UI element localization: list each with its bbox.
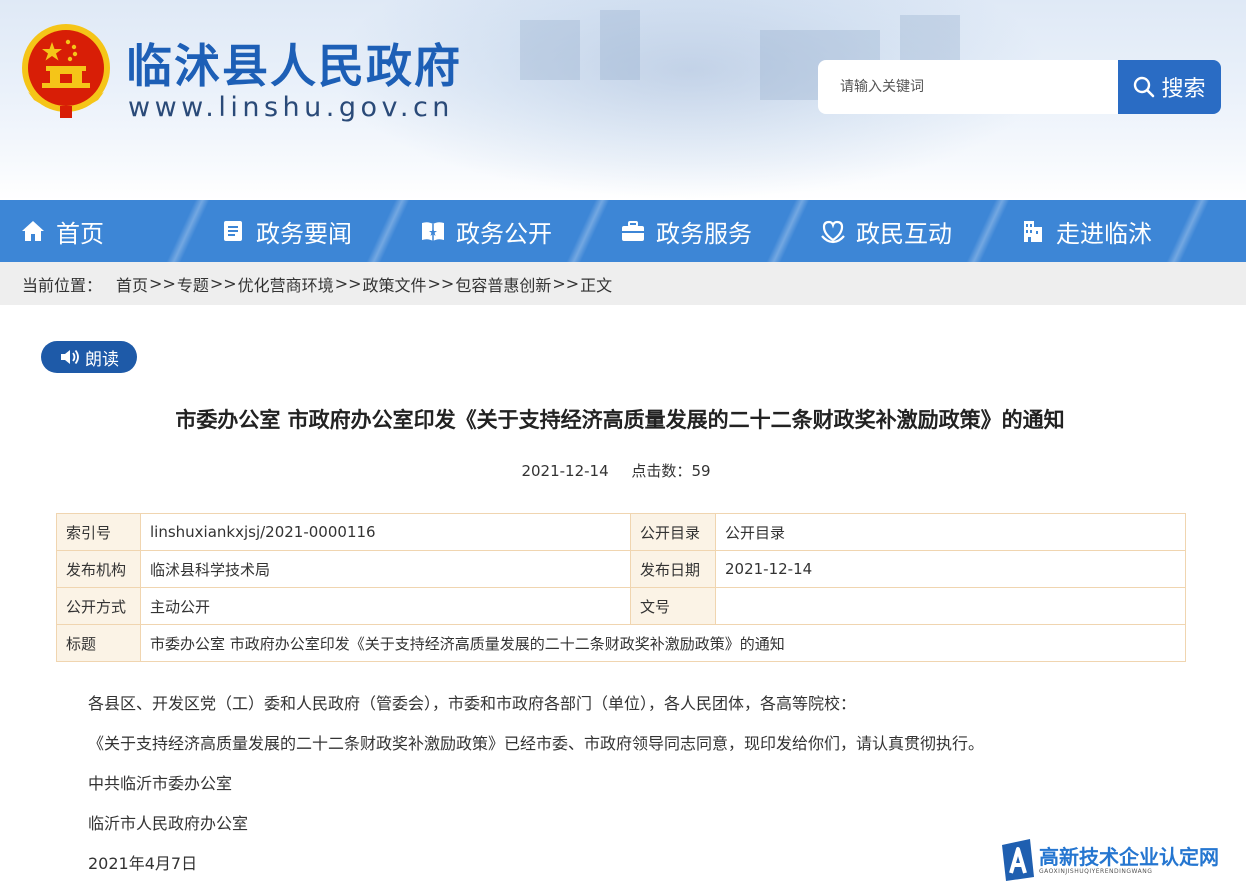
news-icon bbox=[220, 218, 246, 244]
logo-a-icon bbox=[1002, 839, 1034, 881]
breadcrumb-separator: >> bbox=[552, 274, 580, 293]
hits-count: 59 bbox=[691, 462, 711, 480]
breadcrumb: 当前位置： 首页 >> 专题 >> 优化营商环境 >> 政策文件 >> 包容普惠… bbox=[0, 262, 1246, 305]
article-date: 2021-12-14 bbox=[521, 462, 609, 480]
main-nav: 首页 政务要闻 政务公开 政务服务 政民互动 走进临沭 bbox=[0, 200, 1246, 262]
mode-label: 公开方式 bbox=[56, 587, 141, 625]
open-book-icon bbox=[420, 218, 446, 244]
search-input[interactable] bbox=[818, 60, 1118, 114]
table-row: 公开方式 主动公开 文号 bbox=[56, 587, 1186, 625]
site-url: www.linshu.gov.cn bbox=[128, 92, 454, 123]
catalog-value: 公开目录 bbox=[715, 513, 1186, 551]
body-paragraph: 中共临沂市委办公室 bbox=[88, 774, 233, 793]
briefcase-icon bbox=[620, 218, 646, 244]
search-button[interactable]: 搜索 bbox=[1118, 60, 1221, 114]
breadcrumb-item[interactable]: 优化营商环境 bbox=[238, 272, 334, 296]
breadcrumb-separator: >> bbox=[149, 274, 176, 293]
table-row: 发布机构 临沭县科学技术局 发布日期 2021-12-14 bbox=[56, 550, 1186, 588]
site-header: 临沭县人民政府 www.linshu.gov.cn 搜索 bbox=[0, 0, 1246, 200]
watermark-logo: 高新技术企业认定网 GAOXINJISHUQIYERENDINGWANG bbox=[1000, 835, 1246, 885]
table-row: 标题 市委办公室 市政府办公室印发《关于支持经济高质量发展的二十二条财政奖补激励… bbox=[56, 624, 1186, 662]
watermark-subtitle: GAOXINJISHUQIYERENDINGWANG bbox=[1039, 867, 1153, 875]
breadcrumb-item[interactable]: 包容普惠创新 bbox=[455, 272, 551, 296]
search-icon bbox=[1134, 76, 1155, 98]
nav-item-news[interactable]: 政务要闻 bbox=[200, 200, 410, 262]
nav-item-interaction[interactable]: 政民互动 bbox=[800, 200, 1010, 262]
pubdate-label: 发布日期 bbox=[630, 550, 716, 588]
subject-label: 标题 bbox=[56, 624, 141, 662]
org-label: 发布机构 bbox=[56, 550, 141, 588]
nav-item-home[interactable]: 首页 bbox=[0, 200, 210, 262]
subject-value: 市委办公室 市政府办公室印发《关于支持经济高质量发展的二十二条财政奖补激励政策》… bbox=[140, 624, 1186, 662]
index-value: linshuxiankxjsj/2021-0000116 bbox=[140, 513, 631, 551]
hits-label: 点击数： bbox=[631, 462, 692, 480]
breadcrumb-separator: >> bbox=[427, 274, 455, 293]
org-value: 临沭县科学技术局 bbox=[140, 550, 631, 588]
body-paragraph: 各县区、开发区党（工）委和人民政府（管委会），市委和市政府各部门（单位），各人民… bbox=[88, 694, 857, 713]
read-aloud-button[interactable]: 朗读 bbox=[41, 341, 137, 373]
article-title: 市委办公室 市政府办公室印发《关于支持经济高质量发展的二十二条财政奖补激励政策》… bbox=[175, 408, 1065, 432]
catalog-label: 公开目录 bbox=[630, 513, 716, 551]
docno-label: 文号 bbox=[630, 587, 716, 625]
national-emblem-icon bbox=[22, 24, 110, 118]
search-button-label: 搜索 bbox=[1161, 77, 1206, 102]
index-label: 索引号 bbox=[56, 513, 141, 551]
mode-value: 主动公开 bbox=[140, 587, 631, 625]
breadcrumb-separator: >> bbox=[334, 274, 362, 293]
nav-item-label: 走进临沭 bbox=[1056, 219, 1152, 248]
speaker-icon bbox=[61, 349, 79, 365]
article-meta: 2021-12-14 点击数：59 bbox=[0, 460, 1232, 481]
nav-item-label: 政务服务 bbox=[656, 219, 752, 248]
nav-item-label: 首页 bbox=[56, 219, 104, 248]
info-table: 索引号 linshuxiankxjsj/2021-0000116 公开目录 公开… bbox=[56, 513, 1186, 662]
docno-value bbox=[715, 587, 1186, 625]
nav-item-label: 政民互动 bbox=[856, 219, 952, 248]
nav-item-service[interactable]: 政务服务 bbox=[600, 200, 810, 262]
pubdate-value: 2021-12-14 bbox=[715, 550, 1186, 588]
watermark-title: 高新技术企业认定网 bbox=[1039, 844, 1219, 869]
breadcrumb-separator: >> bbox=[209, 274, 237, 293]
nav-item-open[interactable]: 政务公开 bbox=[400, 200, 610, 262]
home-icon bbox=[20, 218, 46, 244]
breadcrumb-item[interactable]: 政策文件 bbox=[363, 272, 427, 296]
interaction-icon bbox=[820, 218, 846, 244]
breadcrumb-item[interactable]: 专题 bbox=[177, 272, 209, 296]
breadcrumb-item[interactable]: 首页 bbox=[116, 272, 148, 296]
nav-item-label: 政务公开 bbox=[456, 219, 552, 248]
read-aloud-label: 朗读 bbox=[85, 349, 119, 370]
site-name: 临沭县人民政府 bbox=[126, 39, 462, 93]
breadcrumb-item[interactable]: 正文 bbox=[580, 272, 612, 296]
table-row: 索引号 linshuxiankxjsj/2021-0000116 公开目录 公开… bbox=[56, 513, 1186, 551]
nav-item-about[interactable]: 走进临沭 bbox=[1000, 200, 1210, 262]
breadcrumb-label: 当前位置： bbox=[22, 275, 103, 295]
body-paragraph: 《关于支持经济高质量发展的二十二条财政奖补激励政策》已经市委、市政府领导同志同意… bbox=[88, 734, 985, 753]
building-icon bbox=[1020, 218, 1046, 244]
nav-item-label: 政务要闻 bbox=[256, 219, 352, 248]
